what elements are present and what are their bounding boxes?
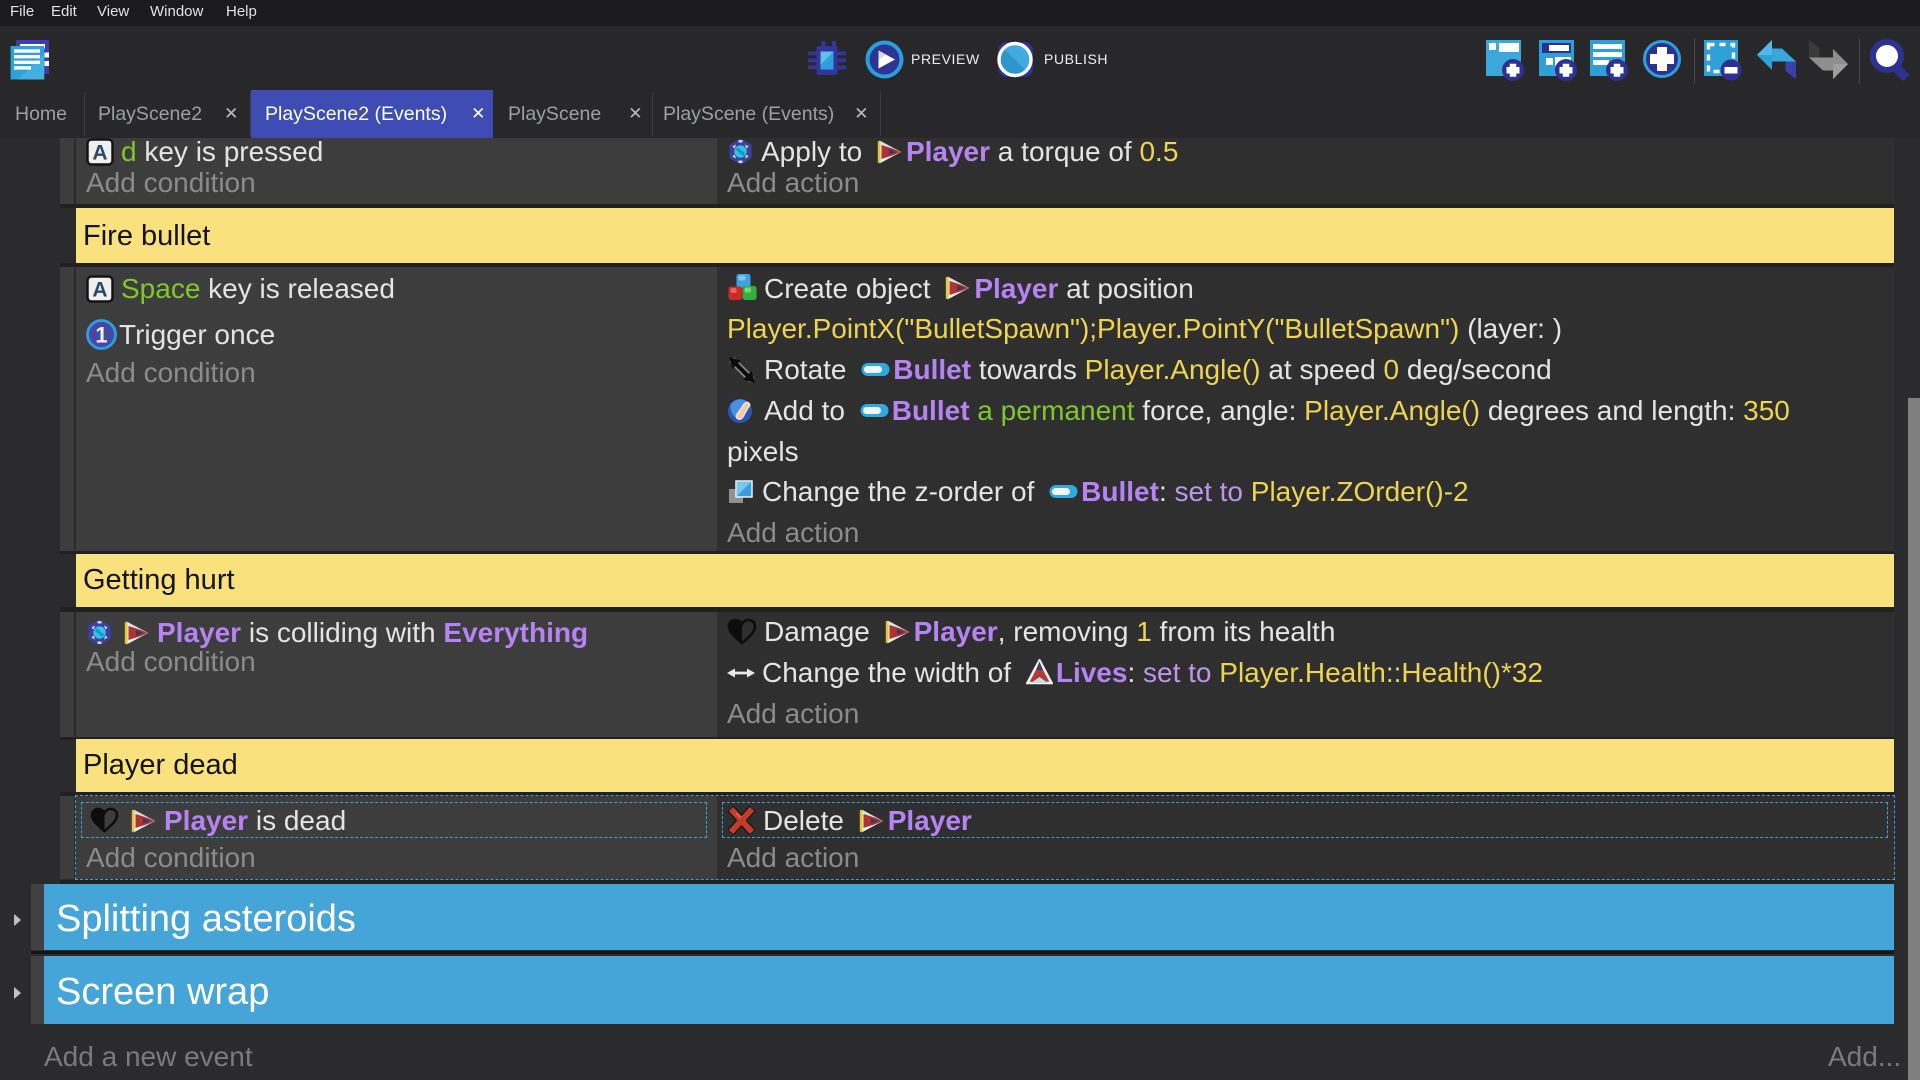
svg-text:A: A: [92, 141, 107, 164]
svg-text:1: 1: [95, 323, 107, 348]
svg-text:A: A: [92, 278, 107, 301]
